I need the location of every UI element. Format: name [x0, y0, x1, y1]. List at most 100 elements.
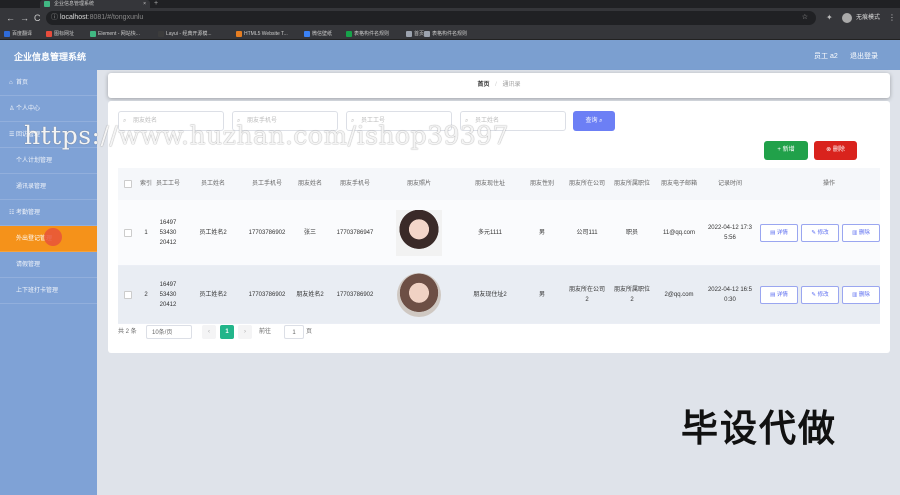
bookmark-favicon-icon — [4, 31, 10, 37]
edit-button[interactable]: ✎ 修改 — [801, 286, 839, 304]
sidebar-item[interactable]: 上下班打卡管理 — [0, 278, 97, 304]
logout-link[interactable]: 退出登录 — [850, 51, 878, 61]
column-header: 朋友电子邮箱 — [660, 181, 697, 187]
watermark-url: https://www.huzhan.com/ishop39397 — [24, 121, 510, 150]
bookmark-item[interactable]: 表格构件名规则 — [424, 28, 467, 40]
sidebar-item[interactable]: 请假管理 — [0, 252, 97, 278]
bookmark-star-icon[interactable]: ☆ — [802, 11, 808, 25]
table-cell: 多元1111 — [477, 230, 502, 236]
reload-icon[interactable]: C — [34, 11, 41, 25]
table-header: 索引 员工工号 员工姓名 员工手机号 朋友姓名 朋友手机号 朋友照片 朋友现住址 朋友性别 朋友所… — [118, 168, 880, 200]
bookmark-item[interactable]: 表格构件名规则 — [346, 28, 389, 40]
column-header: 朋友手机号 — [339, 181, 370, 187]
column-header: 朋友所在公司 — [568, 181, 605, 187]
tab-close-icon[interactable]: × — [143, 0, 146, 8]
search-icon: ⌕ — [599, 118, 603, 124]
profile-button[interactable]: 无痕模式 — [842, 11, 880, 25]
breadcrumb-separator: / — [495, 82, 497, 88]
sidebar-item[interactable]: ⌂ 首页 — [0, 70, 97, 96]
table-cell: 员工姓名2 — [199, 292, 227, 298]
table-cell: 1 — [144, 230, 148, 236]
sidebar-item-label: 个人计划管理 — [16, 158, 53, 164]
select-all-checkbox[interactable] — [124, 180, 132, 188]
bookmark-item[interactable]: HTML5 Website T... — [236, 28, 288, 40]
profile-label: 无痕模式 — [856, 15, 881, 21]
row-delete-button[interactable]: ▥ 删除 — [842, 224, 880, 242]
delete-button[interactable]: ⊗ 删除 — [814, 141, 857, 160]
new-tab-button[interactable]: + — [154, 0, 158, 8]
sidebar-item-label: 上下班打卡管理 — [16, 288, 59, 294]
table-cell: 男 — [538, 292, 545, 298]
row-checkbox[interactable] — [124, 291, 132, 299]
app-title: 企业信息管理系统 — [14, 52, 87, 62]
bookmark-item[interactable]: 图标网址 — [46, 28, 74, 40]
search-button[interactable]: 查询 ⌕ — [573, 111, 615, 131]
sidebar-item[interactable]: ☷ 考勤管理 — [0, 200, 97, 226]
bookmarks-bar: 百度翻译 图标网址 Element - 网站快... Layui - 经典开源模...… — [0, 28, 900, 40]
extension-icon[interactable]: ✦ — [826, 11, 833, 25]
forward-icon[interactable]: → — [20, 11, 29, 25]
row-checkbox-cell — [118, 266, 138, 324]
sidebar-item[interactable]: ♙ 个人中心 — [0, 96, 97, 122]
sidebar-item-label: 首页 — [16, 80, 29, 86]
url-path: :8081/#/tongxunlu — [87, 14, 144, 21]
browser-tab[interactable]: 企业信息管理系统 × — [40, 0, 150, 8]
trash-icon: ▥ — [852, 292, 859, 298]
tab-title: 企业信息管理系统 — [54, 1, 95, 7]
watermark-text: 毕设代做 — [681, 408, 837, 449]
app-header: 企业信息管理系统 员工 a2 退出登录 — [0, 40, 900, 70]
header-checkbox-cell — [118, 168, 138, 200]
column-header: 员工姓名 — [200, 181, 225, 187]
row-delete-button[interactable]: ▥ 删除 — [842, 286, 880, 304]
breadcrumb-home[interactable]: 首页 — [477, 82, 489, 88]
vue-favicon-icon — [44, 1, 50, 7]
breadcrumb: 首页 / 通讯录 — [108, 73, 890, 98]
page-jump-input[interactable]: 1 — [284, 325, 304, 339]
back-icon[interactable]: ← — [6, 11, 15, 25]
page-size-select[interactable]: 10条/页 — [146, 325, 192, 339]
delete-button-label: 删除 — [832, 147, 845, 153]
photo-cell — [378, 200, 460, 266]
sidebar-item[interactable]: 通讯录管理 — [0, 174, 97, 200]
prev-page-button[interactable]: ‹ — [202, 325, 216, 339]
detail-button[interactable]: ▤ 详情 — [760, 286, 798, 304]
column-header: 员工手机号 — [251, 181, 282, 187]
url-input[interactable]: ⓘ localhost:8081/#/tongxunlu ☆ — [46, 11, 816, 25]
menu-icon[interactable]: ⋮ — [888, 11, 896, 25]
bookmark-favicon-icon — [158, 31, 164, 37]
bookmark-item[interactable]: 百度翻译 — [4, 28, 32, 40]
bookmark-item[interactable]: 首页 — [406, 28, 424, 40]
table-cell: 1649753430 20412 — [159, 282, 177, 308]
bookmark-item[interactable]: Element - 网站快... — [90, 28, 140, 40]
op-label: 修改 — [817, 230, 829, 236]
detail-icon: ▤ — [770, 230, 777, 236]
edit-button[interactable]: ✎ 修改 — [801, 224, 839, 242]
row-checkbox[interactable] — [124, 229, 132, 237]
bookmark-item[interactable]: 微信壁纸 — [304, 28, 332, 40]
op-label: 删除 — [858, 230, 870, 236]
bookmark-favicon-icon — [236, 31, 242, 37]
delete-icon: ⊗ — [826, 147, 832, 153]
info-icon[interactable]: ⓘ — [51, 11, 58, 25]
avatar — [842, 13, 852, 23]
column-header: 索引 — [139, 181, 152, 187]
bookmark-favicon-icon — [406, 31, 412, 37]
address-bar-row: ← → C ⓘ localhost:8081/#/tongxunlu ☆ ✦ 无… — [0, 8, 900, 28]
table-cell: 2022-04-12 17:35:56 — [707, 225, 753, 241]
bookmark-favicon-icon — [46, 31, 52, 37]
table-cell: 1649753430 20412 — [159, 220, 177, 246]
op-label: 详情 — [776, 292, 788, 298]
sidebar-item[interactable]: 个人计划管理 — [0, 148, 97, 174]
goto-label: 前往 — [259, 329, 272, 335]
op-label: 删除 — [858, 292, 870, 298]
bookmark-item[interactable]: Layui - 经典开源模... — [158, 28, 212, 40]
bookmark-favicon-icon — [90, 31, 96, 37]
bookmark-favicon-icon — [304, 31, 310, 37]
next-page-button[interactable]: › — [238, 325, 252, 339]
table-cell: 17703786902 — [248, 292, 286, 298]
add-button[interactable]: + 新增 — [764, 141, 808, 160]
page-1-button[interactable]: 1 — [220, 325, 234, 339]
detail-button[interactable]: ▤ 详情 — [760, 224, 798, 242]
friend-photo — [396, 210, 442, 256]
click-indicator — [44, 228, 62, 246]
